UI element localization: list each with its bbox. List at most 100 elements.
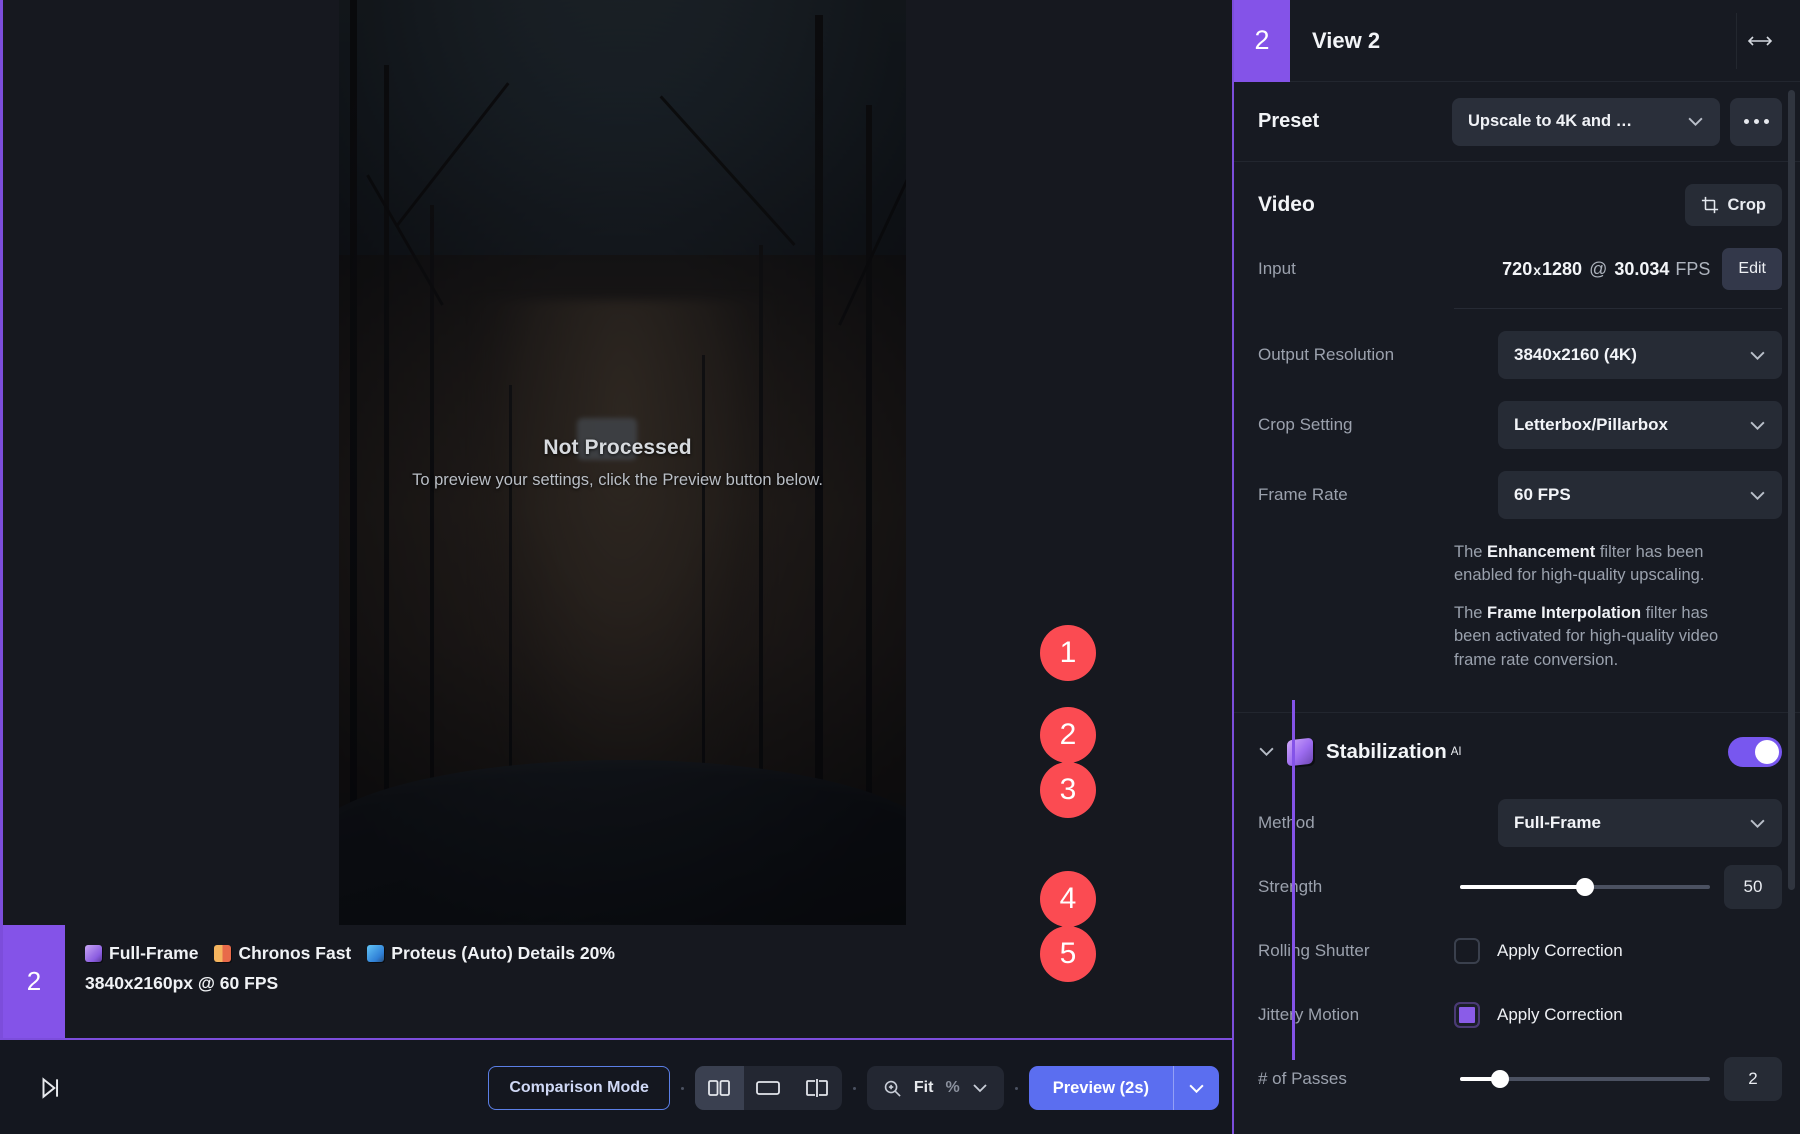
input-label: Input [1258,259,1454,279]
preset-more-options-button[interactable] [1730,98,1782,146]
passes-slider[interactable] [1460,1077,1710,1081]
video-section-header: Video Crop [1258,184,1782,226]
status-filter-item: Proteus (Auto) Details 20% [367,943,615,964]
chevron-down-icon [1749,420,1766,431]
zoom-control[interactable]: Fit % [867,1066,1004,1110]
stabilization-section: Stabilization AI Method Full-Frame Stren… [1234,713,1800,1111]
single-view-icon[interactable] [744,1066,793,1110]
preset-select[interactable]: Upscale to 4K and … [1452,98,1720,146]
status-filter-item: Full-Frame [85,943,198,964]
stabilization-toggle[interactable] [1728,737,1782,767]
passes-value[interactable]: 2 [1724,1057,1782,1101]
crop-button-label: Crop [1728,196,1767,215]
preview-button-group: Preview (2s) [1029,1066,1219,1110]
separator-dot [853,1087,856,1090]
input-fps-unit: FPS [1675,259,1710,280]
chevron-down-icon [1687,116,1704,127]
panel-scrollbar[interactable] [1788,90,1795,890]
jittery-motion-label: Jittery Motion [1258,1005,1454,1025]
rolling-shutter-checkbox[interactable] [1454,938,1480,964]
panel-header: 2 View 2 [1234,0,1800,82]
input-height: 1280 [1542,259,1582,280]
crop-icon [1701,196,1719,214]
chevron-down-icon [972,1083,988,1093]
view-mode-group [695,1066,842,1110]
jittery-motion-checkbox[interactable] [1454,1002,1480,1028]
ai-badge: AI [1451,746,1462,758]
chevron-down-icon [1749,490,1766,501]
input-x-separator: x [1532,262,1542,278]
strength-row: Strength 50 [1258,855,1782,919]
input-row: Input 720x1280 @ 30.034 FPS Edit [1258,248,1782,290]
stabilization-header[interactable]: Stabilization AI [1258,713,1782,791]
input-at-symbol: @ [1589,259,1607,280]
dot [1744,119,1749,124]
slider-fill [1460,885,1585,889]
status-filter-label: Full-Frame [109,943,198,964]
output-resolution-row: Output Resolution 3840x2160 (4K) [1258,331,1782,379]
jittery-motion-row: Jittery Motion Apply Correction [1258,983,1782,1047]
method-label: Method [1258,813,1454,833]
cube-orange-icon [214,945,231,962]
separator-dot [681,1087,684,1090]
step-forward-icon[interactable] [33,1071,67,1105]
preview-button[interactable]: Preview (2s) [1029,1066,1173,1110]
crop-button[interactable]: Crop [1685,184,1783,226]
frame-rate-select[interactable]: 60 FPS [1498,471,1782,519]
frame-rate-row: Frame Rate 60 FPS [1258,471,1782,519]
slider-knob[interactable] [1491,1070,1509,1088]
method-row: Method Full-Frame [1258,791,1782,855]
slider-track [1460,885,1710,889]
jittery-motion-checkbox-label: Apply Correction [1497,1005,1623,1025]
app-root: Not Processed To preview your settings, … [0,0,1800,1134]
strength-slider[interactable] [1460,885,1710,889]
filter-notes: The Enhancement filter has been enabled … [1454,541,1744,672]
comparison-mode-button[interactable]: Comparison Mode [488,1066,670,1110]
separator-dot [1015,1087,1018,1090]
annotation-marker-2: 2 [1040,707,1096,763]
note2-bold: Frame Interpolation [1487,604,1641,622]
cube-purple-icon [85,945,102,962]
edit-input-button[interactable]: Edit [1722,248,1782,290]
preset-label: Preset [1258,110,1319,133]
side-by-side-icon[interactable] [793,1066,842,1110]
zoom-value: Fit [914,1079,934,1097]
annotation-connector-line [1292,700,1295,1060]
split-view-icon[interactable] [695,1066,744,1110]
rolling-shutter-checkbox-label: Apply Correction [1497,941,1623,961]
strength-value[interactable]: 50 [1724,865,1782,909]
video-frame [339,0,906,925]
horizontal-resize-icon[interactable] [1736,13,1782,69]
slider-knob[interactable] [1576,878,1594,896]
video-dim-overlay [339,0,906,925]
crop-setting-label: Crop Setting [1258,415,1454,435]
toggle-knob [1755,740,1779,764]
crop-setting-row: Crop Setting Letterbox/Pillarbox [1258,401,1782,449]
annotation-marker-1: 1 [1040,625,1096,681]
chevron-down-icon [1749,818,1766,829]
note2-pre: The [1454,604,1487,622]
annotation-marker-4: 4 [1040,871,1096,927]
input-fps-value: 30.034 [1614,259,1669,280]
output-resolution-label: Output Resolution [1258,345,1454,365]
crop-setting-value: Letterbox/Pillarbox [1514,415,1749,435]
preset-value: Upscale to 4K and … [1468,112,1677,131]
output-resolution-value: 3840x2160 (4K) [1514,345,1749,365]
output-resolution-select[interactable]: 3840x2160 (4K) [1498,331,1782,379]
chevron-down-icon[interactable] [1258,742,1275,762]
method-select[interactable]: Full-Frame [1498,799,1782,847]
dot [1754,119,1759,124]
chevron-down-icon [1749,350,1766,361]
panel-view-badge: 2 [1234,0,1290,82]
rolling-shutter-label: Rolling Shutter [1258,941,1454,961]
input-value: 720x1280 @ 30.034 FPS [1502,259,1710,280]
frame-interpolation-note: The Frame Interpolation filter has been … [1454,602,1744,672]
crop-setting-select[interactable]: Letterbox/Pillarbox [1498,401,1782,449]
input-width: 720 [1502,259,1532,280]
status-filter-item: Chronos Fast [214,943,351,964]
preview-options-chevron-down-icon[interactable] [1174,1066,1219,1110]
annotation-marker-5: 5 [1040,926,1096,982]
enhancement-note: The Enhancement filter has been enabled … [1454,541,1744,588]
strength-label: Strength [1258,877,1454,897]
passes-row: # of Passes 2 [1258,1047,1782,1111]
